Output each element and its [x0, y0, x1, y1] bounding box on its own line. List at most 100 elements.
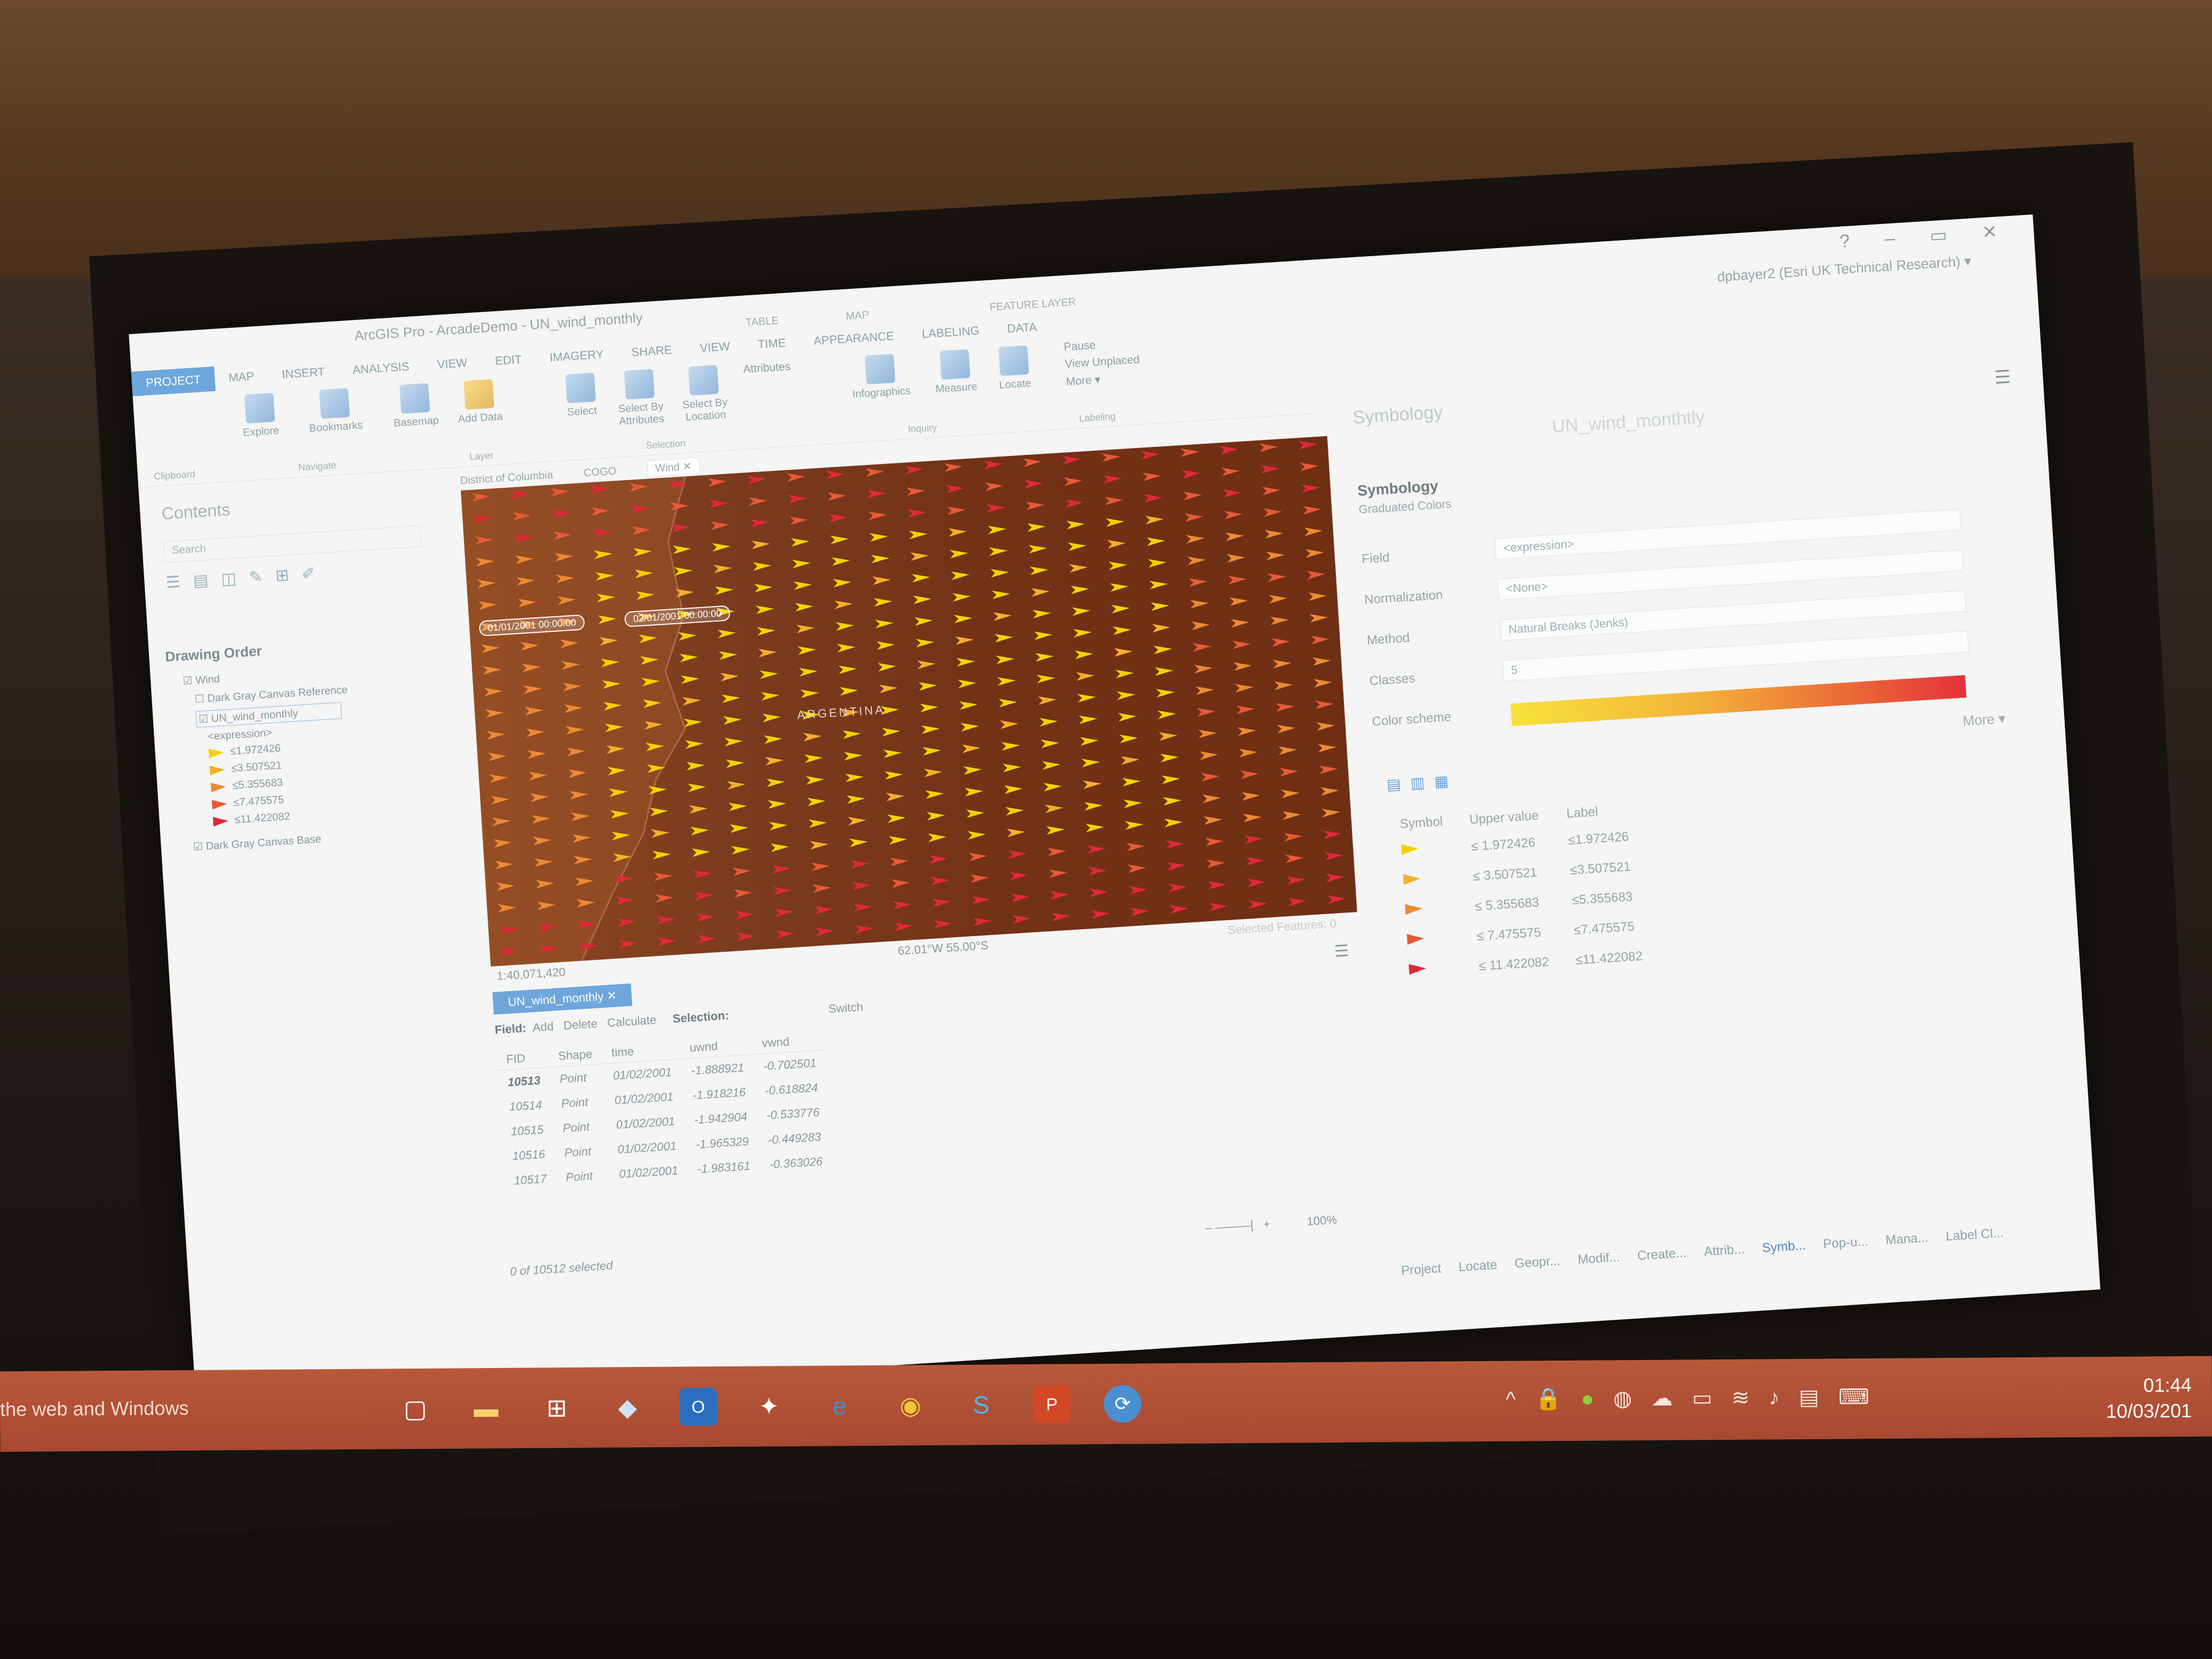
taskbar-clock[interactable]: 01:44 10/03/201 — [2106, 1372, 2192, 1424]
tab-share[interactable]: SHARE — [617, 337, 686, 366]
task-view-icon[interactable]: ▢ — [397, 1390, 434, 1428]
chevron-up-icon[interactable]: ^ — [1506, 1387, 1535, 1411]
file-explorer-icon[interactable]: ▬ — [467, 1389, 505, 1427]
column-header-shape[interactable]: Shape — [548, 1043, 603, 1067]
class-upper-value[interactable]: 3.507521 — [1483, 865, 1538, 883]
tab-data[interactable]: DATA — [992, 314, 1051, 342]
taskbar-search-box[interactable]: the web and Windows — [0, 1397, 189, 1421]
renderer-select[interactable]: Graduated Colors — [1358, 497, 1452, 517]
list-by-source-icon[interactable]: ▤ — [192, 571, 221, 590]
explore-button[interactable]: Explore — [229, 392, 291, 440]
method-select[interactable]: Natural Breaks (Jenks) — [1499, 590, 1967, 641]
chrome-icon[interactable]: ◉ — [892, 1386, 929, 1424]
powerpoint-icon[interactable]: P — [1033, 1385, 1071, 1423]
menu-icon[interactable]: ☰ — [1994, 366, 2012, 388]
select-button[interactable]: Select — [550, 372, 612, 420]
pane-tab-label-class[interactable]: Label Cl... — [1945, 1225, 2004, 1244]
calculate-field-button[interactable]: Calculate — [607, 1013, 656, 1029]
pane-tab-project[interactable]: Project — [1401, 1261, 1441, 1279]
normalization-select[interactable]: <None> — [1497, 549, 1964, 601]
tab-insert[interactable]: INSERT — [267, 358, 340, 387]
outlook-icon[interactable]: O — [679, 1388, 718, 1426]
list-by-editing-icon[interactable]: ✎ — [249, 567, 276, 586]
pause-labeling-button[interactable]: Pause — [1064, 339, 1096, 354]
arrow-symbol-icon[interactable] — [1401, 843, 1419, 855]
map-scale[interactable]: 1:40,071,420 — [496, 965, 566, 983]
layer-un-wind-monthly[interactable]: ☑ UN_wind_monthly — [195, 702, 342, 728]
table-tab[interactable]: UN_wind_monthly ✕ — [492, 983, 633, 1015]
attributes-button[interactable]: Attributes — [743, 360, 791, 376]
pane-tab-attributes[interactable]: Attrib... — [1703, 1242, 1745, 1260]
tab-table-view[interactable]: VIEW — [685, 333, 745, 362]
delete-field-button[interactable]: Delete — [563, 1017, 598, 1032]
select-by-location-button[interactable]: Select By Location — [673, 364, 735, 424]
infographics-button[interactable]: Infographics — [839, 352, 922, 401]
contents-search-input[interactable]: Search — [163, 525, 422, 563]
bookmarks-button[interactable]: Bookmarks — [304, 387, 366, 436]
pane-tab-manage[interactable]: Mana... — [1885, 1230, 1929, 1248]
tab-time[interactable]: TIME — [743, 330, 801, 357]
status-circle-icon[interactable]: ● — [1581, 1387, 1613, 1410]
layer-dark-gray-reference[interactable]: ☐ Dark Gray Canvas Reference — [195, 683, 348, 706]
column-header-fid[interactable]: FID — [496, 1047, 550, 1071]
notifications-icon[interactable]: ▤ — [1799, 1385, 1839, 1409]
add-field-button[interactable]: Add — [532, 1020, 554, 1034]
arcgis-app-icon[interactable]: ⟳ — [1103, 1385, 1142, 1423]
keyboard-icon[interactable]: ⌨ — [1839, 1385, 1889, 1409]
onenote-icon[interactable]: ◆ — [609, 1388, 646, 1426]
cloud-sync-icon[interactable]: ☁ — [1651, 1386, 1692, 1410]
pane-tab-create[interactable]: Create... — [1637, 1246, 1687, 1264]
battery-icon[interactable]: ▭ — [1692, 1386, 1731, 1410]
select-by-attributes-button[interactable]: Select By Attributes — [609, 368, 671, 429]
pane-tab-geoprocessing[interactable]: Geopr... — [1514, 1253, 1561, 1271]
tab-wind[interactable]: Wind ✕ — [646, 457, 700, 477]
list-by-snapping-icon[interactable]: ⊞ — [275, 565, 302, 585]
store-icon[interactable]: ⊞ — [538, 1389, 576, 1426]
class-upper-value[interactable]: 11.422082 — [1489, 955, 1549, 973]
tab-cogo[interactable]: COGO — [584, 465, 617, 480]
class-label[interactable]: ≤11.422082 — [1564, 940, 1660, 976]
table-menu-icon[interactable]: ☰ — [1334, 941, 1349, 961]
zoom-slider[interactable]: – ———| + — [1205, 1217, 1271, 1235]
histogram-tab-icon[interactable]: ▥ — [1410, 773, 1434, 791]
layer-wind[interactable]: ☑ Wind — [182, 672, 220, 687]
tab-edit[interactable]: EDIT — [480, 346, 536, 374]
locate-button[interactable]: Locate — [983, 345, 1045, 393]
arcgis-pro-icon[interactable]: ✦ — [750, 1387, 788, 1425]
arrow-symbol-icon[interactable] — [1408, 963, 1427, 975]
pane-tab-symbology[interactable]: Symb... — [1762, 1238, 1806, 1256]
close-icon[interactable]: ✕ — [682, 460, 692, 473]
class-upper-value[interactable]: 7.475575 — [1487, 925, 1542, 943]
tab-district-of-columbia[interactable]: District of Columbia — [460, 469, 553, 488]
tab-map[interactable]: MAP — [214, 363, 268, 391]
arrow-symbol-icon[interactable] — [1404, 903, 1423, 915]
edge-browser-icon[interactable]: e — [821, 1387, 858, 1424]
arrow-symbol-icon[interactable] — [1407, 933, 1425, 945]
class-upper-value[interactable]: 5.355683 — [1485, 895, 1540, 913]
measure-button[interactable]: Measure — [924, 348, 986, 397]
skype-icon[interactable]: S — [962, 1386, 1000, 1423]
more-button[interactable]: More ▾ — [1962, 710, 2006, 729]
tab-view[interactable]: VIEW — [422, 350, 482, 378]
switch-selection-button[interactable]: Switch — [828, 1000, 863, 1015]
map-view[interactable]: 01/01/2001 00:00:00 02/01/2001 00:00:00 … — [460, 436, 1357, 967]
pane-tab-locate[interactable]: Locate — [1458, 1258, 1498, 1275]
classes-select[interactable]: 5 — [1502, 631, 1969, 682]
pane-tab-modify[interactable]: Modif... — [1578, 1250, 1620, 1267]
volume-icon[interactable]: ♪ — [1769, 1386, 1799, 1409]
layer-dark-gray-base[interactable]: ☑ Dark Gray Canvas Base — [193, 832, 322, 854]
more-labeling-button[interactable]: More ▾ — [1066, 373, 1101, 388]
classes-tab-icon[interactable]: ▤ — [1386, 775, 1411, 793]
list-by-selection-icon[interactable]: ◫ — [221, 569, 250, 588]
color-scheme-select[interactable] — [1510, 675, 1967, 727]
network-drive-icon[interactable]: ◍ — [1613, 1387, 1651, 1410]
basemap-button[interactable]: Basemap — [384, 382, 446, 430]
view-unplaced-button[interactable]: View Unplaced — [1065, 353, 1140, 371]
pane-tab-popups[interactable]: Pop-u... — [1822, 1234, 1869, 1252]
scales-tab-icon[interactable]: ▦ — [1434, 772, 1459, 790]
add-data-button[interactable]: Add Data — [449, 378, 510, 427]
list-by-labeling-icon[interactable]: ✐ — [301, 564, 328, 583]
arrow-symbol-icon[interactable] — [1403, 873, 1421, 885]
close-icon[interactable]: ✕ — [607, 989, 617, 1003]
class-upper-value[interactable]: 1.972426 — [1481, 835, 1536, 853]
